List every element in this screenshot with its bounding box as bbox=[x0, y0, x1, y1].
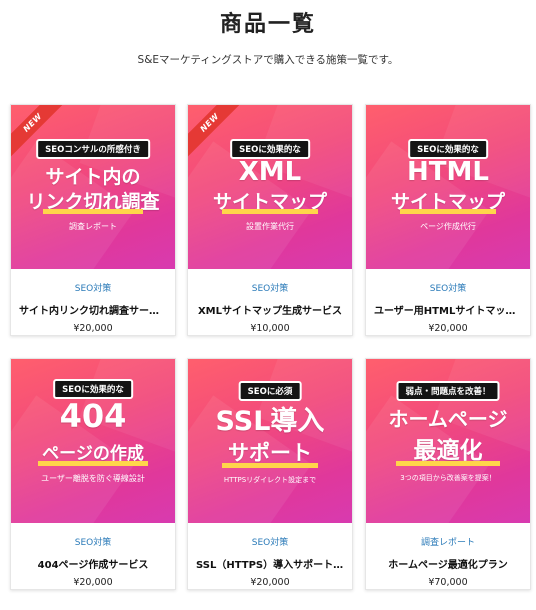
product-thumbnail[interactable]: SEOに効果的な HTML サイトマップ ページ作成代行 bbox=[366, 105, 530, 269]
thumb-underline bbox=[43, 209, 143, 214]
product-card-html-sitemap[interactable]: SEOに効果的な HTML サイトマップ ページ作成代行 SEO対策 ユーザー用… bbox=[365, 104, 531, 336]
thumb-caption: ユーザー離脱を防ぐ導線設計 bbox=[41, 474, 145, 483]
product-price: ¥20,000 bbox=[73, 323, 113, 334]
thumb-caption: 3つの項目から改善案を提案！ bbox=[400, 474, 496, 482]
product-thumbnail[interactable]: NEW SEOに効果的な XML サイトマップ 設置作業代行 bbox=[188, 105, 352, 269]
page-subtitle: S&Eマーケティングストアで購入できる施策一覧です。 bbox=[137, 54, 399, 66]
thumb-headline-1: HTML bbox=[407, 157, 489, 187]
thumb-headline-1: SSL導入 bbox=[215, 406, 325, 437]
product-price: ¥20,000 bbox=[250, 577, 290, 588]
product-category-link[interactable]: SEO対策 bbox=[366, 281, 530, 294]
product-name[interactable]: SSL（HTTPS）導入サポートサービス bbox=[196, 556, 344, 571]
product-thumbnail[interactable]: SEOに効果的な 404 ページの作成 ユーザー離脱を防ぐ導線設計 bbox=[11, 359, 175, 523]
thumb-headline-1: ホームページ bbox=[388, 407, 508, 431]
thumb-tagline: SEOコンサルの所感付き bbox=[36, 139, 150, 159]
product-category-link[interactable]: SEO対策 bbox=[188, 281, 352, 294]
product-card-xml-sitemap[interactable]: NEW SEOに効果的な XML サイトマップ 設置作業代行 SEO対策 XML… bbox=[187, 104, 353, 336]
thumb-underline bbox=[222, 209, 318, 214]
product-category-link[interactable]: 調査レポート bbox=[366, 535, 530, 548]
product-name[interactable]: サイト内リンク切れ調査サービス bbox=[19, 302, 167, 317]
product-category-link[interactable]: SEO対策 bbox=[188, 535, 352, 548]
product-card-ssl-support[interactable]: SEOに必須 SSL導入 サポート HTTPSリダイレクト設定まで SEO対策 … bbox=[187, 358, 353, 590]
product-card-404-page[interactable]: SEOに効果的な 404 ページの作成 ユーザー離脱を防ぐ導線設計 SEO対策 … bbox=[10, 358, 176, 590]
thumb-caption: ページ作成代行 bbox=[420, 222, 476, 231]
product-price: ¥70,000 bbox=[428, 577, 468, 588]
product-card-homepage-optimization[interactable]: 弱点・問題点を改善！ ホームページ 最適化 3つの項目から改善案を提案！ 調査レ… bbox=[365, 358, 531, 590]
thumb-caption: 調査レポート bbox=[69, 222, 117, 231]
product-name[interactable]: ユーザー用HTMLサイトマップ作成 bbox=[374, 302, 522, 317]
product-category-link[interactable]: SEO対策 bbox=[11, 281, 175, 294]
thumb-tagline: SEOに必須 bbox=[238, 381, 302, 401]
product-name[interactable]: XMLサイトマップ生成サービス bbox=[196, 302, 344, 317]
product-name[interactable]: 404ページ作成サービス bbox=[19, 556, 167, 571]
product-price: ¥20,000 bbox=[428, 323, 468, 334]
product-thumbnail[interactable]: SEOに必須 SSL導入 サポート HTTPSリダイレクト設定まで bbox=[188, 359, 352, 523]
thumb-headline-1: XML bbox=[238, 157, 302, 187]
product-thumbnail[interactable]: NEW SEOコンサルの所感付き サイト内の リンク切れ調査 調査レポート bbox=[11, 105, 175, 269]
product-card-link-check[interactable]: NEW SEOコンサルの所感付き サイト内の リンク切れ調査 調査レポート SE… bbox=[10, 104, 176, 336]
product-price: ¥10,000 bbox=[250, 323, 290, 334]
thumb-underline bbox=[400, 209, 496, 214]
thumb-tagline: SEOに効果的な bbox=[53, 379, 133, 399]
thumb-underline bbox=[222, 463, 318, 468]
product-category-link[interactable]: SEO対策 bbox=[11, 535, 175, 548]
thumb-caption: HTTPSリダイレクト設定まで bbox=[223, 476, 317, 484]
product-thumbnail[interactable]: 弱点・問題点を改善！ ホームページ 最適化 3つの項目から改善案を提案！ bbox=[366, 359, 530, 523]
thumb-headline-1: 404 bbox=[59, 397, 127, 435]
thumb-tagline: SEOに効果的な bbox=[408, 139, 488, 159]
thumb-headline-2: 最適化 bbox=[413, 438, 483, 464]
thumb-tagline: SEOに効果的な bbox=[230, 139, 310, 159]
thumb-underline bbox=[38, 461, 148, 466]
thumb-underline bbox=[396, 461, 500, 466]
thumb-caption: 設置作業代行 bbox=[246, 222, 294, 231]
thumb-headline-1: サイト内の bbox=[45, 166, 141, 188]
product-name[interactable]: ホームページ最適化プラン bbox=[374, 556, 522, 571]
product-price: ¥20,000 bbox=[73, 577, 113, 588]
thumb-tagline: 弱点・問題点を改善！ bbox=[396, 381, 500, 401]
page-title: 商品一覧 bbox=[219, 11, 316, 37]
